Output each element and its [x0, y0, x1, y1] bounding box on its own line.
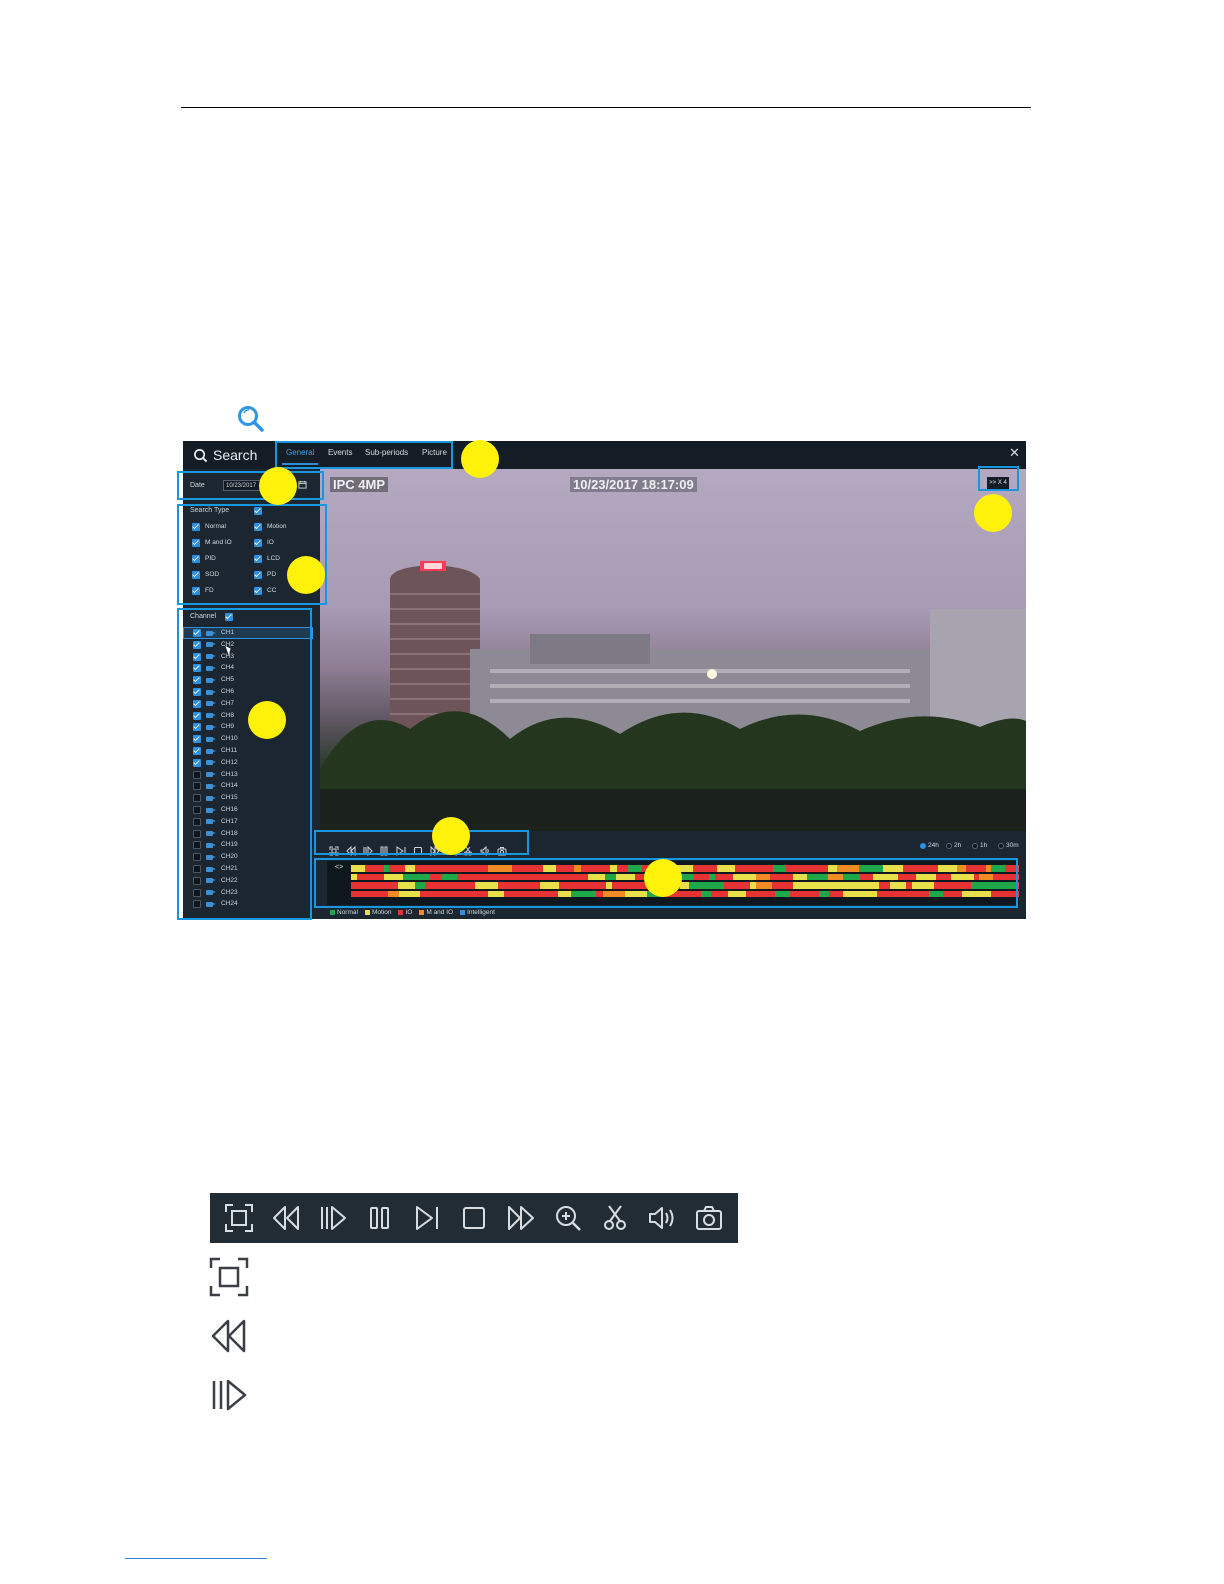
highlight-channels [177, 608, 312, 920]
legend-swatch [460, 910, 466, 915]
callout-marker [974, 494, 1012, 532]
legend-label: Intelligent [467, 909, 495, 916]
rewind-icon [269, 1201, 303, 1235]
step-forward-icon [410, 1201, 444, 1235]
legend-item: Normal [330, 909, 358, 916]
time-scale-option[interactable]: 24h [920, 842, 939, 849]
time-scale-option[interactable]: 2h [946, 842, 961, 849]
time-scale-label: 24h [928, 842, 939, 849]
radio-icon[interactable] [972, 842, 978, 849]
volume-icon [645, 1201, 679, 1235]
close-icon[interactable]: ✕ [1009, 446, 1020, 459]
callout-marker [461, 440, 499, 478]
toolbar-figure [210, 1193, 738, 1243]
time-scale-option[interactable]: 1h [972, 842, 987, 849]
video-view[interactable]: IPC 4MP 10/23/2017 18:17:09 >> X 4 [320, 469, 1026, 831]
legend-label: IO [405, 909, 413, 916]
time-scale-label: 1h [980, 842, 988, 849]
radio-icon[interactable] [998, 842, 1004, 849]
callout-marker [432, 817, 470, 855]
osd-timestamp: 10/23/2017 18:17:09 [570, 477, 697, 492]
legend-swatch [364, 910, 370, 915]
highlight-controls [314, 830, 529, 855]
clip-icon [598, 1201, 632, 1235]
legend-swatch [330, 910, 335, 915]
slow-play-icon [316, 1201, 350, 1235]
slow-play-icon [208, 1374, 250, 1416]
rewind-icon [208, 1315, 250, 1357]
header-rule [181, 107, 1031, 108]
time-scale-label: 30m [1006, 842, 1019, 849]
callout-marker [259, 467, 297, 505]
scene-image [320, 561, 1026, 831]
legend-label: Motion [371, 909, 392, 916]
time-scale-option[interactable]: 30m [998, 842, 1019, 849]
snapshot-icon [692, 1201, 726, 1235]
legend-swatch [419, 910, 425, 915]
highlight-speed [978, 466, 1019, 491]
zoom-in-icon [551, 1201, 585, 1235]
callout-marker [287, 556, 325, 594]
radio-icon[interactable] [920, 842, 926, 849]
highlight-tabs [275, 441, 453, 469]
pause-icon [363, 1201, 397, 1235]
footer-link-rule [125, 1558, 267, 1559]
legend-item: Motion [364, 909, 392, 916]
search-icon [194, 448, 208, 462]
fullscreen-icon [208, 1256, 250, 1298]
legend-item: Intelligent [460, 909, 495, 916]
callout-marker [644, 859, 682, 897]
fullscreen-icon [222, 1201, 256, 1235]
window-title-text: Search [213, 447, 258, 463]
legend-label: Normal [337, 909, 358, 916]
camera-label: IPC 4MP [330, 477, 389, 492]
legend-item: IO [398, 909, 412, 916]
stop-icon [457, 1201, 491, 1235]
window-title: Search [193, 445, 257, 465]
legend-swatch [398, 910, 404, 915]
radio-icon[interactable] [946, 842, 952, 849]
search-icon [236, 404, 266, 434]
fast-forward-icon [504, 1201, 538, 1235]
legend-label: M and IO [426, 909, 454, 916]
time-scale-label: 2h [954, 842, 962, 849]
highlight-date [177, 471, 324, 500]
legend-item: M and IO [419, 909, 453, 916]
timeline-legend: Normal Motion IO M and IO Intelligent [330, 909, 495, 916]
callout-marker [248, 701, 286, 739]
